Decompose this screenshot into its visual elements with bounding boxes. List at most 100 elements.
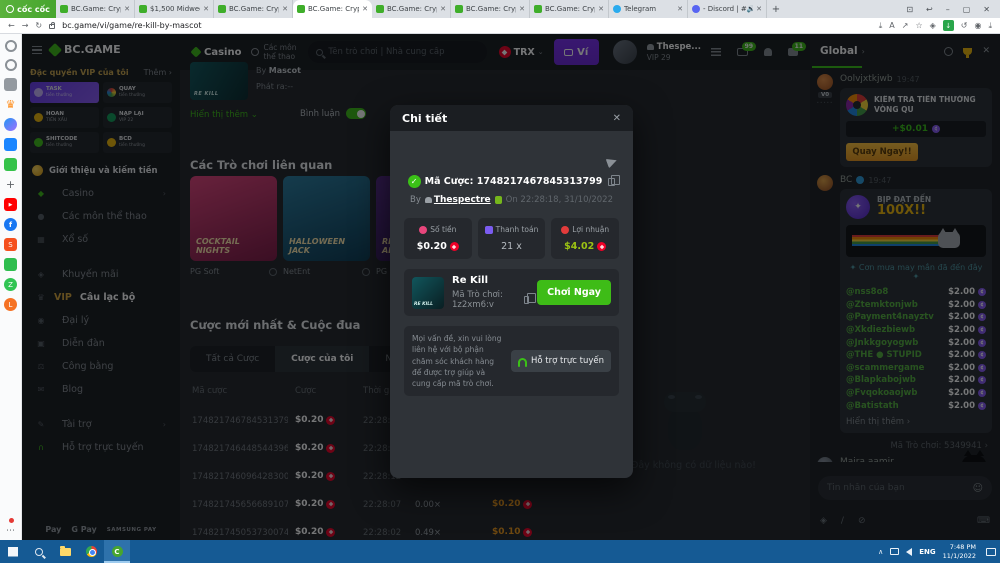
wallet-button[interactable]: Ví [553, 39, 599, 65]
urlbar-action-icon[interactable]: ↺ [961, 21, 968, 30]
browser-tab[interactable]: - Discord | #🔊m ✕ [688, 0, 767, 18]
volume-icon[interactable] [906, 547, 913, 556]
sidebar-menu-item[interactable]: ✎ Tài trợ › [22, 413, 180, 436]
browser-tab[interactable]: BC.Game: Crypto ✕ [530, 0, 609, 18]
comments-toggle[interactable] [346, 108, 367, 119]
browser-tab[interactable]: BC.Game: Crypto ✕ [56, 0, 135, 18]
side-rail-app-icon[interactable]: ▶ [4, 198, 17, 211]
quests-list-icon[interactable] [711, 48, 721, 56]
tab-close-icon[interactable]: ✕ [362, 5, 368, 13]
winner-name[interactable]: @Fvqokoaojwb [846, 388, 917, 398]
https-lock-icon[interactable] [49, 22, 56, 29]
side-rail-icon[interactable] [4, 138, 17, 151]
browser-tab[interactable]: BC.Game: Crypto ✕ [293, 0, 372, 18]
side-rail-icon[interactable] [4, 78, 17, 91]
side-rail-app-icon[interactable]: f [4, 218, 17, 231]
vip-perks-more-link[interactable]: Thêm › [144, 68, 172, 77]
chat-tool-icon[interactable]: / [841, 516, 844, 526]
side-rail-icon[interactable]: ♛ [4, 98, 17, 111]
more-icon[interactable]: ⋯ [6, 526, 15, 536]
bets-tab[interactable]: Cược của tôi [275, 346, 370, 372]
tab-close-icon[interactable]: ✕ [519, 5, 525, 13]
new-tab-button[interactable]: + [767, 0, 785, 18]
side-rail-icon[interactable] [4, 158, 17, 171]
file-explorer-icon[interactable] [52, 540, 78, 563]
side-rail-app-icon[interactable]: Z [4, 278, 17, 291]
vip-perk-card[interactable]: BCD tiền thưởng [103, 132, 172, 153]
chat-rules-icon[interactable] [944, 46, 954, 56]
side-rail-app-icon[interactable] [4, 258, 17, 271]
sidebar-menu-item[interactable]: ● Các môn thể thao [22, 205, 180, 228]
chat-tool-icon[interactable]: ⊘ [858, 516, 866, 526]
tray-chevron-icon[interactable]: ∧ [878, 548, 883, 556]
chat-avatar[interactable] [817, 456, 833, 462]
reload-icon[interactable]: ↻ [35, 21, 42, 30]
chat-game-code-link[interactable]: Mã Trò chơi: 5349941 › [816, 441, 988, 451]
chat-username[interactable]: BC [840, 175, 852, 185]
winner-name[interactable]: @THE ● STUPID [846, 350, 922, 360]
vip-perk-card[interactable]: SHITCODE tiền thưởng [30, 132, 99, 153]
window-control-icon[interactable]: ▢ [963, 5, 971, 14]
referral-banner[interactable]: Giới thiệu và kiếm tiền [32, 165, 170, 176]
sidebar-menu-item[interactable]: ⚖ Công bằng [22, 355, 180, 378]
window-control-icon[interactable]: ⊡ [906, 5, 913, 14]
urlbar-action-icon[interactable]: A [889, 21, 894, 30]
emoji-icon[interactable]: ☺ [973, 483, 983, 494]
game-search[interactable] [308, 41, 487, 63]
player-link[interactable]: Thespectre [424, 195, 491, 205]
play-now-button[interactable]: Chơi Ngay [537, 280, 611, 305]
urlbar-action-icon[interactable]: ↗ [902, 21, 909, 30]
browser-tab[interactable]: Telegram ✕ [609, 0, 688, 18]
game-thumbnail[interactable]: RE KILL [190, 62, 248, 100]
tab-close-icon[interactable]: ✕ [282, 5, 288, 13]
taskbar-search-icon[interactable] [26, 540, 52, 563]
forward-icon[interactable]: → [22, 21, 29, 30]
bets-tab[interactable]: Tất cả Cược [190, 346, 275, 372]
modal-close-icon[interactable]: ✕ [613, 113, 621, 124]
copy-icon[interactable] [523, 293, 537, 304]
sidebar-menu-item[interactable]: ▣ Diễn đàn [22, 332, 180, 355]
tab-close-icon[interactable]: ✕ [598, 5, 604, 13]
sidebar-menu-item[interactable]: ◉ Đại lý [22, 309, 180, 332]
chat-close-icon[interactable]: ✕ [982, 46, 990, 56]
related-game-card[interactable]: HALLOWEEN JACK NetEnt [283, 176, 370, 276]
vip-perk-card[interactable]: HOÀN TIỀN XẤU [30, 107, 99, 128]
tab-close-icon[interactable]: ✕ [440, 5, 446, 13]
winner-name[interactable]: @Ztemktonjwb [846, 300, 918, 310]
nav-casino[interactable]: Casino [190, 46, 241, 58]
tab-close-icon[interactable]: ✕ [756, 5, 762, 13]
info-icon[interactable] [362, 267, 370, 276]
clock[interactable]: 7:48 PM 11/1/2022 [943, 543, 976, 559]
bell-icon[interactable] [764, 48, 772, 56]
back-icon[interactable]: ← [8, 21, 15, 30]
side-rail-icon[interactable]: + [4, 178, 17, 191]
live-support-button[interactable]: Hỗ trợ trực tuyến [511, 350, 611, 373]
side-rail-icon[interactable] [4, 40, 17, 52]
winner-name[interactable]: @Batistath [846, 401, 899, 411]
hamburger-menu-icon[interactable] [32, 45, 42, 54]
vip-perk-card[interactable]: NẠP LẠI VIP 22 [103, 107, 172, 128]
urlbar-action-icon[interactable]: ↓ [942, 20, 954, 31]
game-thumbnail[interactable]: RE KILL [412, 276, 444, 309]
browser-tab[interactable]: BC.Game: Crypto ✕ [372, 0, 451, 18]
site-logo[interactable]: BC.GAME [47, 42, 121, 57]
sidebar-menu-item[interactable]: ▦ Xổ số [22, 228, 180, 251]
vip-perk-card[interactable]: QUAY tiền thưởng [103, 82, 172, 103]
window-control-icon[interactable]: ✕ [983, 5, 990, 14]
browser-tab[interactable]: BC.Game: Crypto ✕ [214, 0, 293, 18]
sidebar-menu-item[interactable]: ∩ Hỗ trợ trực tuyến [22, 436, 180, 459]
show-more-winners-link[interactable]: Hiển thị thêm › [846, 417, 986, 427]
chat-avatar[interactable] [817, 175, 833, 191]
chat-input[interactable] [827, 483, 967, 493]
browser-tab[interactable]: BC.Game: Crypto ✕ [451, 0, 530, 18]
winner-name[interactable]: @scammergame [846, 363, 924, 373]
user-avatar[interactable] [612, 40, 637, 64]
game-art[interactable]: COCKTAIL NIGHTS [190, 176, 277, 261]
share-icon[interactable] [605, 155, 619, 169]
spin-now-button[interactable]: Quay Ngay!! [846, 143, 918, 161]
urlbar-action-icon[interactable]: ☆ [915, 21, 922, 30]
chat-username[interactable]: Maira aamir [840, 457, 894, 462]
side-rail-app-icon[interactable]: S [4, 238, 17, 251]
start-button[interactable] [0, 540, 26, 563]
window-control-icon[interactable]: ↩ [926, 5, 933, 14]
